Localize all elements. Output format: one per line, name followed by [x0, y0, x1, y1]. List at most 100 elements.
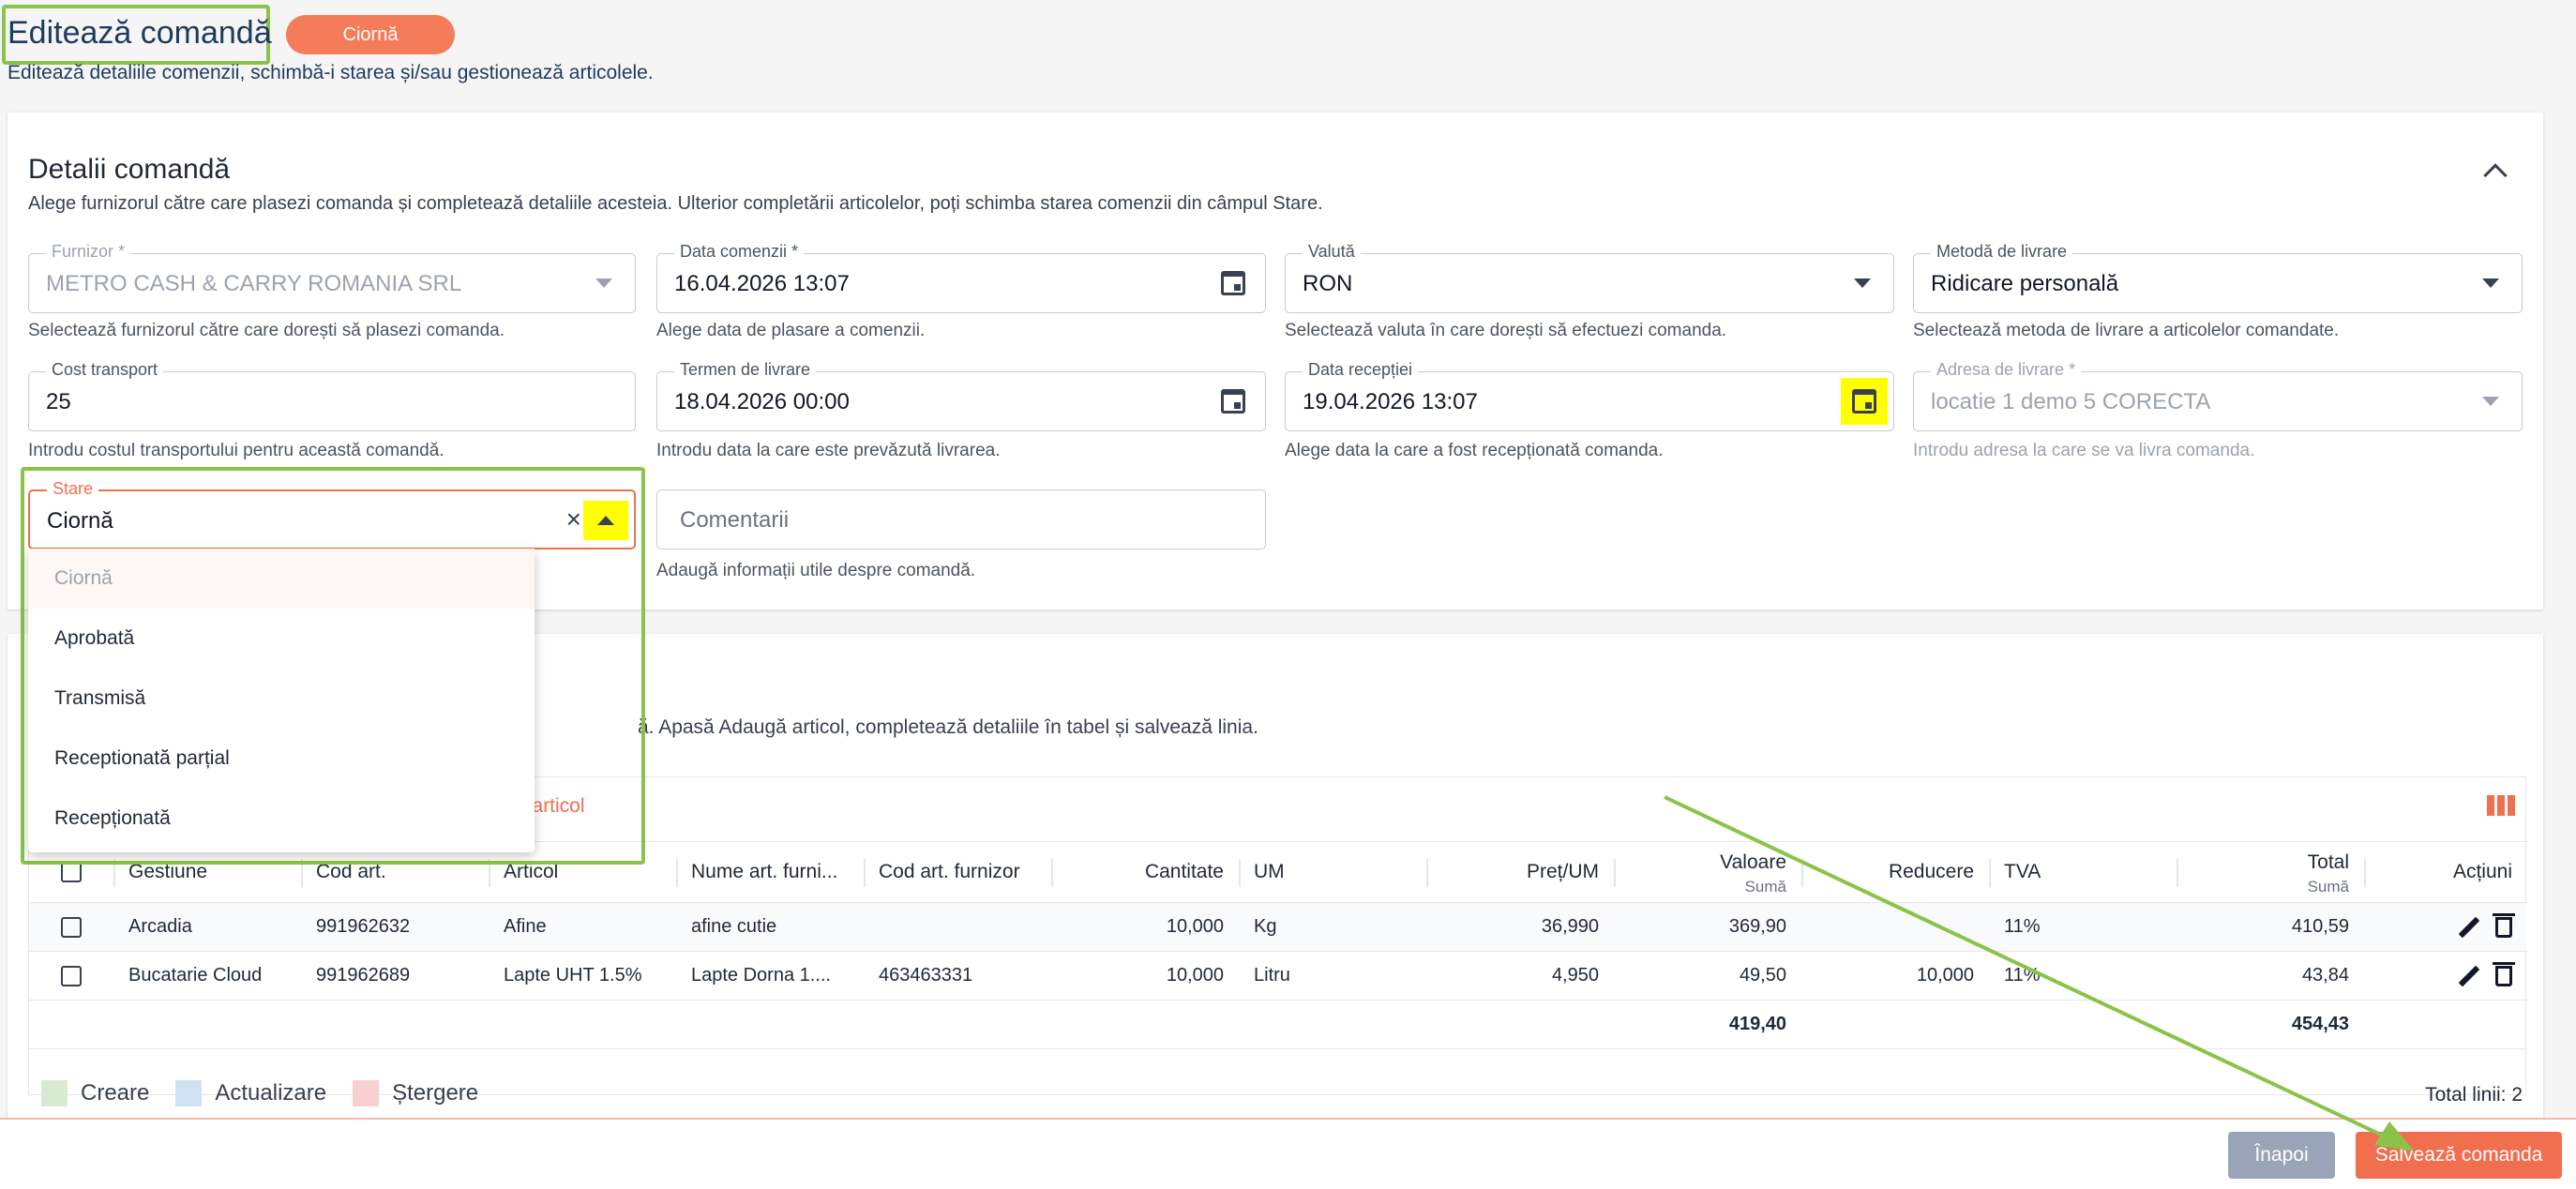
supplier-value: METRO CASH & CARRY ROMANIA SRL	[46, 271, 462, 296]
comments-placeholder: Comentarii	[680, 507, 790, 533]
calendar-icon[interactable]	[1214, 265, 1252, 301]
chevron-down-icon	[1854, 278, 1871, 288]
total-lines: Total linii: 2	[2425, 1084, 2523, 1106]
row-state-legend: Creare Actualizare Ștergere	[41, 1080, 505, 1106]
column-header-label: Valoare	[1720, 851, 1786, 873]
delivery-term-label: Termen de livrare	[674, 360, 817, 380]
articles-description: ă. Apasă Adaugă articol, completează det…	[638, 716, 1258, 738]
total-valoare: 419,40	[1728, 1014, 1786, 1034]
cell-um: Litru	[1254, 965, 1290, 986]
delivery-method-value: Ridicare personală	[1931, 271, 2119, 296]
column-header[interactable]: Cantitate	[1051, 842, 1239, 902]
column-header-label: Total	[2307, 851, 2349, 873]
cell-um: Kg	[1254, 916, 1277, 937]
status-option[interactable]: Ciornă	[28, 549, 535, 609]
reception-date-field[interactable]: Data recepției 19.04.2026 13:07	[1285, 360, 1894, 431]
row-checkbox[interactable]	[29, 952, 113, 1000]
reception-date-value: 19.04.2026 13:07	[1303, 389, 1478, 414]
comments-input[interactable]: Comentarii	[656, 489, 1266, 549]
cell-cod-art: 991962689	[316, 965, 411, 986]
delivery-term-field[interactable]: Termen de livrare 18.04.2026 00:00	[656, 360, 1266, 431]
cell-valoare: 49,50	[1739, 965, 1786, 986]
currency-label: Valută	[1303, 242, 1361, 262]
totals-row: 419,40 454,43	[29, 1001, 2527, 1049]
column-header-sublabel: Sumă	[1744, 878, 1786, 896]
column-header[interactable]: TVA	[1989, 842, 2177, 902]
column-header-total[interactable]: Total Sumă	[2177, 842, 2364, 902]
trash-icon[interactable]	[2493, 961, 2515, 986]
cell-cod-furn: 463463331	[879, 965, 973, 986]
transport-cost-input[interactable]: Cost transport 25	[28, 360, 636, 431]
status-dropdown: Ciornă Aprobată Transmisă Receptionată p…	[28, 549, 535, 852]
column-header: Acțiuni	[2452, 861, 2512, 882]
cell-articol: Lapte UHT 1.5%	[504, 965, 642, 986]
table-row[interactable]: Arcadia 991962632 Afine afine cutie 10,0…	[29, 903, 2527, 952]
reception-date-help: Alege data la care a fost recepționată c…	[1285, 441, 1664, 460]
transport-cost-label: Cost transport	[46, 360, 164, 380]
order-date-label: Data comenzii *	[674, 242, 805, 262]
transport-cost-help: Introdu costul transportului pentru acea…	[28, 441, 444, 460]
cell-cantitate: 10,000	[1166, 965, 1224, 986]
cell-nume-furn: Lapte Dorna 1....	[691, 965, 831, 986]
delivery-address-label: Adresa de livrare *	[1931, 360, 2082, 380]
cell-articol: Afine	[504, 916, 547, 937]
transport-cost-value: 25	[46, 389, 71, 414]
reception-date-label: Data recepției	[1303, 360, 1419, 380]
status-option[interactable]: Transmisă	[28, 669, 535, 729]
status-option[interactable]: Recepționată	[28, 789, 535, 849]
order-date-field[interactable]: Data comenzii * 16.04.2026 13:07	[656, 242, 1266, 313]
row-actions	[2364, 903, 2527, 951]
cell-reducere	[1801, 903, 1989, 951]
cell-cod-art: 991962632	[316, 916, 411, 937]
cell-tva: 11%	[2004, 916, 2041, 937]
column-header-sublabel: Sumă	[2307, 878, 2349, 896]
calendar-icon[interactable]	[1841, 378, 1888, 425]
column-header[interactable]: Cod art. furnizor	[864, 842, 1051, 902]
cell-nume-furn: afine cutie	[691, 916, 777, 937]
currency-select[interactable]: Valută RON	[1285, 242, 1894, 313]
legend-create: Creare	[81, 1080, 150, 1106]
column-header[interactable]: Reducere	[1801, 842, 1989, 902]
row-checkbox[interactable]	[29, 903, 113, 951]
cell-reducere: 10,000	[1916, 965, 1974, 986]
delivery-method-help: Selectează metoda de livrare a articolel…	[1913, 321, 2340, 340]
chevron-up-icon[interactable]	[2483, 163, 2508, 188]
table-row[interactable]: Bucatarie Cloud 991962689 Lapte UHT 1.5%…	[29, 952, 2527, 1001]
supplier-select[interactable]: Furnizor * METRO CASH & CARRY ROMANIA SR…	[28, 242, 636, 313]
cell-tva: 11%	[2004, 965, 2041, 986]
column-header[interactable]: Nume art. furni...	[676, 842, 864, 902]
page-subtitle: Editează detaliile comenzii, schimbă-i s…	[8, 62, 654, 83]
cell-total: 410,59	[2291, 916, 2349, 937]
page-title: Editează comandă	[8, 15, 272, 51]
currency-help: Selectează valuta în care dorești să efe…	[1285, 321, 1727, 340]
trash-icon[interactable]	[2493, 912, 2515, 938]
column-header[interactable]: UM	[1239, 842, 1426, 902]
status-badge: Ciornă	[286, 15, 455, 54]
edit-icon[interactable]	[2458, 917, 2478, 938]
delivery-method-select[interactable]: Metodă de livrare Ridicare personală	[1913, 242, 2523, 313]
section-description: Alege furnizorul către care plasezi coma…	[28, 193, 1323, 214]
order-date-value: 16.04.2026 13:07	[674, 271, 850, 296]
currency-value: RON	[1303, 271, 1353, 296]
column-header-value[interactable]: Valoare Sumă	[1614, 842, 1801, 902]
section-title: Detalii comandă	[28, 154, 231, 185]
cell-pret: 4,950	[1551, 965, 1599, 986]
cell-total: 43,84	[2301, 965, 2349, 986]
cell-valoare: 369,90	[1728, 916, 1786, 937]
comments-help: Adaugă informații utile despre comandă.	[656, 561, 976, 580]
legend-update: Actualizare	[215, 1080, 327, 1106]
order-date-help: Alege data de plasare a comenzii.	[656, 321, 926, 340]
cell-gestiune: Bucatarie Cloud	[128, 965, 263, 986]
calendar-icon[interactable]	[1214, 384, 1252, 419]
back-button[interactable]: Înapoi	[2228, 1132, 2335, 1179]
delivery-method-label: Metodă de livrare	[1931, 242, 2073, 262]
cell-pret: 36,990	[1541, 916, 1599, 937]
save-order-button[interactable]: Salvează comanda	[2356, 1132, 2562, 1179]
status-option[interactable]: Receptionată parțial	[28, 729, 535, 789]
supplier-label: Furnizor *	[46, 242, 131, 262]
chevron-down-icon	[2482, 397, 2499, 406]
status-option[interactable]: Aprobată	[28, 609, 535, 669]
column-header[interactable]: Preț/UM	[1426, 842, 1614, 902]
edit-icon[interactable]	[2458, 966, 2478, 986]
delivery-address-select[interactable]: Adresa de livrare * locatie 1 demo 5 COR…	[1913, 360, 2523, 431]
